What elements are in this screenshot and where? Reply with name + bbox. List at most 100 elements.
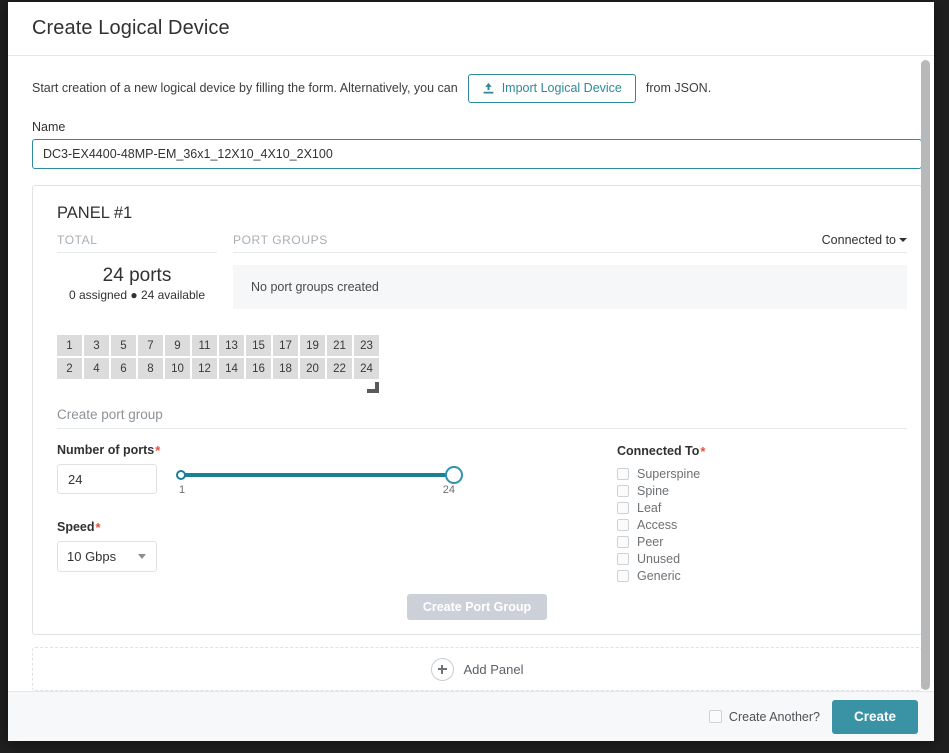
port-groups-column-header: PORT GROUPS Connected to: [233, 233, 907, 253]
connected-to-option-label: Leaf: [637, 501, 661, 515]
port-cell[interactable]: 1: [57, 335, 82, 356]
add-panel-button[interactable]: Add Panel: [32, 647, 922, 691]
port-cell[interactable]: 17: [273, 335, 298, 356]
modal-body: Start creation of a new logical device b…: [8, 56, 934, 691]
import-logical-device-button[interactable]: Import Logical Device: [468, 74, 636, 103]
intro-text-after: from JSON.: [646, 81, 711, 95]
connected-to-option[interactable]: Generic: [617, 567, 907, 584]
create-port-group-section-title: Create port group: [57, 407, 907, 429]
intro-text-before: Start creation of a new logical device b…: [32, 81, 458, 95]
total-ports-count: 24 ports: [57, 265, 217, 287]
port-cell[interactable]: 24: [354, 358, 379, 379]
name-input[interactable]: [32, 139, 922, 169]
port-cell[interactable]: 2: [57, 358, 82, 379]
connected-to-option[interactable]: Peer: [617, 533, 907, 550]
port-cell[interactable]: 3: [84, 335, 109, 356]
port-cell[interactable]: 15: [246, 335, 271, 356]
connected-to-option[interactable]: Access: [617, 516, 907, 533]
port-cell[interactable]: 23: [354, 335, 379, 356]
body-scrollbar-track[interactable]: [921, 60, 930, 687]
add-panel-label: Add Panel: [464, 662, 524, 677]
upload-icon: [482, 82, 495, 95]
speed-label: Speed*: [57, 520, 617, 535]
port-cell[interactable]: 7: [138, 335, 163, 356]
port-cell[interactable]: 18: [273, 358, 298, 379]
body-scrollbar-thumb[interactable]: [921, 60, 930, 690]
connected-to-option-checkbox[interactable]: [617, 468, 629, 480]
slider-min-dot: [176, 470, 186, 480]
port-cell[interactable]: 19: [300, 335, 325, 356]
port-grid-resize-handle[interactable]: [367, 381, 379, 393]
create-port-group-right-column: Connected To* SuperspineSpineLeafAccessP…: [617, 443, 907, 584]
required-asterisk-icon: *: [155, 443, 160, 458]
connected-to-option-label: Superspine: [637, 467, 700, 481]
port-cell[interactable]: 8: [138, 358, 163, 379]
connected-to-label-text: Connected To: [617, 444, 699, 458]
connected-to-option-label: Generic: [637, 569, 681, 583]
panel-title: PANEL #1: [57, 204, 907, 223]
connected-to-option-label: Unused: [637, 552, 680, 566]
create-another-checkbox[interactable]: Create Another?: [709, 710, 820, 724]
number-of-ports-input[interactable]: [57, 464, 157, 494]
connected-to-option-checkbox[interactable]: [617, 485, 629, 497]
port-grid[interactable]: 135791113151719212324681012141618202224: [57, 335, 370, 379]
speed-select[interactable]: 10 Gbps: [57, 541, 157, 572]
name-field-group: Name: [32, 120, 904, 169]
slider-handle[interactable]: [445, 466, 463, 484]
connected-to-option-checkbox[interactable]: [617, 536, 629, 548]
create-port-group-left-column: Number of ports* 1: [57, 443, 617, 584]
connected-to-option-checkbox[interactable]: [617, 553, 629, 565]
create-another-checkbox-box[interactable]: [709, 710, 722, 723]
port-cell[interactable]: 12: [192, 358, 217, 379]
intro-row: Start creation of a new logical device b…: [32, 56, 904, 120]
connected-to-option[interactable]: Superspine: [617, 465, 907, 482]
port-grid-wrapper: 135791113151719212324681012141618202224: [57, 335, 370, 379]
port-cell[interactable]: 22: [327, 358, 352, 379]
name-label: Name: [32, 120, 904, 134]
port-cell[interactable]: 16: [246, 358, 271, 379]
slider-max-label: 24: [443, 484, 455, 496]
speed-field-group: Speed* 10 Gbps: [57, 520, 617, 572]
number-of-ports-row: 1 24: [57, 464, 617, 496]
connected-to-dropdown[interactable]: Connected to: [822, 233, 907, 247]
connected-to-option-checkbox[interactable]: [617, 502, 629, 514]
number-of-ports-label-text: Number of ports: [57, 443, 154, 457]
port-cell[interactable]: 11: [192, 335, 217, 356]
connected-to-dropdown-label: Connected to: [822, 233, 896, 247]
panel-column-headers: TOTAL PORT GROUPS Connected to: [57, 233, 907, 253]
speed-label-text: Speed: [57, 520, 95, 534]
create-button[interactable]: Create: [832, 700, 918, 734]
speed-selected-value: 10 Gbps: [67, 549, 116, 564]
number-of-ports-slider[interactable]: 1 24: [179, 464, 455, 496]
port-cell[interactable]: 13: [219, 335, 244, 356]
required-asterisk-icon: *: [96, 520, 101, 535]
port-cell[interactable]: 10: [165, 358, 190, 379]
panel-card-1: PANEL #1 TOTAL PORT GROUPS Connected to: [32, 185, 922, 635]
create-another-label: Create Another?: [729, 710, 820, 724]
port-cell[interactable]: 4: [84, 358, 109, 379]
slider-tick-labels: 1 24: [179, 484, 455, 496]
connected-to-option[interactable]: Spine: [617, 482, 907, 499]
no-port-groups-message: No port groups created: [233, 265, 907, 309]
number-of-ports-label: Number of ports*: [57, 443, 617, 458]
port-cell[interactable]: 6: [111, 358, 136, 379]
create-port-group-submit-row: Create Port Group: [47, 594, 907, 620]
port-cell[interactable]: 5: [111, 335, 136, 356]
slider-track: [179, 473, 455, 477]
connected-to-option-checkbox[interactable]: [617, 519, 629, 531]
create-port-group-body: Number of ports* 1: [57, 443, 907, 584]
port-cell[interactable]: 21: [327, 335, 352, 356]
connected-to-option-label: Access: [637, 518, 677, 532]
port-cell[interactable]: 20: [300, 358, 325, 379]
create-port-group-button[interactable]: Create Port Group: [407, 594, 547, 620]
port-cell[interactable]: 14: [219, 358, 244, 379]
connected-to-option[interactable]: Unused: [617, 550, 907, 567]
total-ports-breakdown: 0 assigned ● 24 available: [57, 288, 217, 303]
panel-stats-row: 24 ports 0 assigned ● 24 available No po…: [57, 253, 907, 309]
plus-icon: [431, 658, 454, 681]
connected-to-option[interactable]: Leaf: [617, 499, 907, 516]
port-groups-header-label: PORT GROUPS: [233, 233, 907, 253]
slider-min-label: 1: [179, 484, 185, 496]
connected-to-option-checkbox[interactable]: [617, 570, 629, 582]
port-cell[interactable]: 9: [165, 335, 190, 356]
